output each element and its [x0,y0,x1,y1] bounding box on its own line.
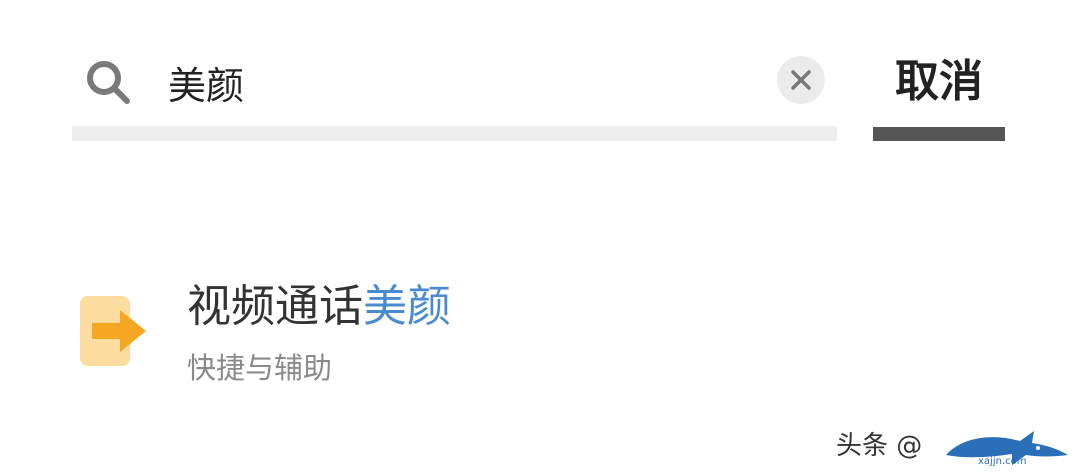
watermark-logo-text: xajjn.com [978,456,1026,467]
search-underline [72,126,837,141]
search-result-item[interactable]: 视频通话美颜 快捷与辅助 [72,272,692,402]
result-title-prefix: 视频通话 [187,281,363,332]
close-icon [791,70,811,90]
search-input[interactable] [168,52,728,112]
shark-logo: xajjn.com [946,431,1068,467]
search-icon [87,61,130,104]
watermark-text: 头条 @ [836,431,923,461]
search-page: 取消 视频通话美颜 快捷与辅助 头条 @ xajjn.com [0,0,1080,475]
clear-search-button[interactable] [777,56,825,104]
watermark: 头条 @ xajjn.com [836,427,1072,467]
result-title: 视频通话美颜 [187,278,451,336]
result-subtitle: 快捷与辅助 [187,351,333,385]
arrow-right-icon [80,296,146,366]
cancel-underline [873,127,1005,141]
result-title-match: 美颜 [363,281,451,332]
cancel-button[interactable]: 取消 [874,52,1004,112]
